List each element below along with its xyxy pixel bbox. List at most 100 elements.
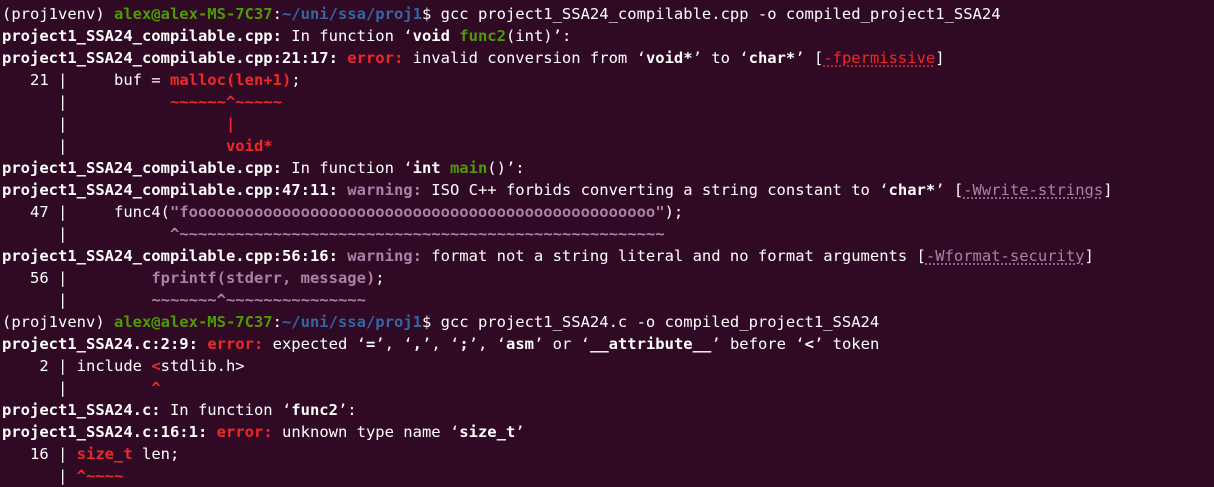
terminal-text-segment: | <box>2 115 77 133</box>
terminal-text-segment: ] <box>935 49 945 67</box>
terminal-text-segment: project1_SSA24_compilable.cpp:47:11: <box>2 181 338 199</box>
terminal-text-segment: void <box>412 27 460 45</box>
terminal-text-segment: | <box>2 379 77 397</box>
terminal-line: 2 | include <stdlib.h> <box>2 355 1214 377</box>
terminal-text-segment: ; <box>375 269 385 287</box>
terminal-text-segment: = <box>365 335 376 353</box>
terminal-text-segment: asm <box>505 335 534 353</box>
terminal-text-segment: void* <box>225 137 273 155</box>
terminal-line: project1_SSA24.c:2:9: error: expected ‘=… <box>2 333 1214 355</box>
terminal-text-segment: ^~~~~~~~~~~~~~~~~~~~~~~~~~~~~~~~~~~~~~~~… <box>169 225 665 243</box>
terminal-text-segment: ; <box>459 335 469 353</box>
terminal-text-segment: In function ‘ <box>281 159 413 177</box>
terminal-text-segment: ~~~~~~~^~~~~~~~~~~~~~~~ <box>151 291 366 309</box>
terminal-text-segment: alex@alex-MS-7C37 <box>113 313 273 331</box>
terminal-text-segment: : <box>272 313 282 331</box>
terminal-text-segment: buf = <box>76 71 170 89</box>
terminal-line: | | <box>2 113 1214 135</box>
terminal-text-segment: format not a string literal and no forma… <box>421 247 926 265</box>
terminal-text-segment: unknown type name ‘ <box>272 423 460 441</box>
terminal-text-segment: ’ before ‘ <box>711 335 805 353</box>
terminal-text-segment: -Wwrite-strings <box>963 181 1104 199</box>
terminal-text-segment: ~/uni/ssa/proj1 <box>281 5 422 23</box>
terminal-text-segment: $ gcc project1_SSA24_compilable.cpp -o c… <box>421 5 1001 23</box>
terminal-text-segment: ’ [ <box>935 181 964 199</box>
terminal-text-segment: -Wformat-security <box>925 247 1085 265</box>
terminal-text-segment: 47 | <box>2 203 77 221</box>
terminal-text-segment: ’ <box>515 423 525 441</box>
terminal-text-segment: void* <box>645 49 693 67</box>
terminal-line: | ^~~~~~~~~~~~~~~~~~~~~~~~~~~~~~~~~~~~~~… <box>2 223 1214 245</box>
terminal-text-segment: ~/uni/ssa/proj1 <box>281 313 422 331</box>
terminal-text-segment: size_t <box>459 423 516 441</box>
terminal-text-segment: ] <box>1103 181 1113 199</box>
terminal-line: project1_SSA24_compilable.cpp:47:11: war… <box>2 179 1214 201</box>
terminal-text-segment: ISO C++ forbids converting a string cons… <box>421 181 889 199</box>
terminal-text-segment: "foooooooooooooooooooooooooooooooooooooo… <box>169 203 665 221</box>
terminal-text-segment: (proj1venv) <box>2 5 114 23</box>
terminal-text-segment: project1_SSA24.c: <box>2 401 161 419</box>
terminal-text-segment: | <box>2 137 77 155</box>
terminal-text-segment: error: <box>207 335 264 353</box>
terminal-line: | void* <box>2 135 1214 157</box>
terminal-text-segment: project1_SSA24.c:2:9: <box>2 335 198 353</box>
terminal-text-segment: main <box>449 159 488 177</box>
terminal-text-segment: malloc(len+1) <box>169 71 292 89</box>
terminal-text-segment: include <box>76 357 152 375</box>
terminal-text-segment: 16 | <box>2 445 77 463</box>
terminal-text-segment: ’: <box>337 401 357 419</box>
terminal-text-segment: ~~~~~~^~~~~~ <box>169 93 282 111</box>
terminal-text-segment: , <box>412 335 422 353</box>
terminal-text-segment: invalid conversion from ‘ <box>403 49 646 67</box>
terminal-text-segment: ^~~~~ <box>76 467 124 485</box>
terminal-line: | ^ <box>2 377 1214 399</box>
terminal-text-segment: project1_SSA24_compilable.cpp: <box>2 159 282 177</box>
terminal-text-segment: | <box>2 225 77 243</box>
terminal-line: | ~~~~~~~^~~~~~~~~~~~~~~~ <box>2 289 1214 311</box>
terminal-text-segment: char* <box>888 181 936 199</box>
terminal-text-segment: ()’: <box>487 159 525 177</box>
terminal-line: project1_SSA24_compilable.cpp:56:16: war… <box>2 245 1214 267</box>
terminal-text-segment: (int)’: <box>505 27 572 45</box>
terminal-text-segment: 21 | <box>2 71 77 89</box>
terminal-text-segment: ’ token <box>813 335 880 353</box>
terminal-text-segment: error: <box>347 49 404 67</box>
terminal-line: project1_SSA24_compilable.cpp:21:17: err… <box>2 47 1214 69</box>
terminal-output[interactable]: (proj1venv) alex@alex-MS-7C37:~/uni/ssa/… <box>0 0 1214 486</box>
terminal-line: project1_SSA24.c:16:1: error: unknown ty… <box>2 421 1214 443</box>
terminal-text-segment: len; <box>132 445 180 463</box>
terminal-line: project1_SSA24_compilable.cpp: In functi… <box>2 25 1214 47</box>
terminal-text-segment: ^ <box>151 379 161 397</box>
terminal-text-segment: | <box>2 291 77 309</box>
terminal-text-segment: project1_SSA24_compilable.cpp: <box>2 27 282 45</box>
terminal-text-segment: warning: <box>347 247 422 265</box>
terminal-text-segment: $ gcc project1_SSA24.c -o compiled_proje… <box>421 313 880 331</box>
terminal-text-segment: ’, ‘ <box>375 335 413 353</box>
terminal-text-segment: ’ or ‘ <box>533 335 590 353</box>
terminal-text-segment: int <box>412 159 450 177</box>
terminal-text-segment: expected ‘ <box>263 335 366 353</box>
terminal-text-segment: -fpermissive <box>823 49 936 67</box>
terminal-text-segment: func2 <box>459 27 506 45</box>
terminal-text-segment: ’ to ‘ <box>692 49 749 67</box>
terminal-line: 47 | func4("fooooooooooooooooooooooooooo… <box>2 201 1214 223</box>
terminal-text-segment: In function ‘ <box>281 27 413 45</box>
terminal-line: | ^~~~~ <box>2 465 1214 487</box>
terminal-text-segment: ); <box>664 203 684 221</box>
terminal-text-segment: project1_SSA24_compilable.cpp:21:17: <box>2 49 338 67</box>
terminal-text-segment: project1_SSA24_compilable.cpp:56:16: <box>2 247 338 265</box>
terminal-text-segment: size_t <box>76 445 133 463</box>
terminal-text-segment: | <box>2 467 77 485</box>
terminal-line: 56 | fprintf(stderr, message); <box>2 267 1214 289</box>
terminal-text-segment: alex@alex-MS-7C37 <box>113 5 273 23</box>
terminal-line: project1_SSA24_compilable.cpp: In functi… <box>2 157 1214 179</box>
